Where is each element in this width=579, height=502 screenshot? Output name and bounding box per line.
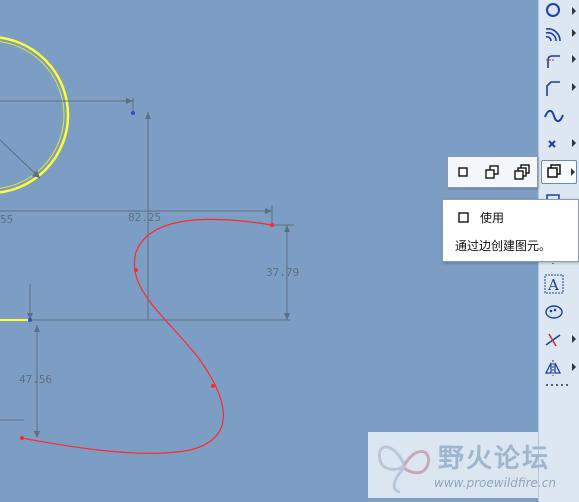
circle-tool-button[interactable]	[541, 0, 577, 24]
offset-edge-icon	[485, 165, 500, 179]
tooltip: 使用 通过边创建图元。	[442, 199, 579, 262]
thicken-edge-icon	[514, 164, 530, 180]
use-edge-tool-button[interactable]	[541, 160, 577, 184]
text-icon: A	[544, 274, 564, 294]
point-icon	[548, 140, 556, 148]
tooltip-title-text: 使用	[480, 211, 505, 225]
svg-text:A: A	[547, 276, 559, 294]
use-edge-single-icon	[458, 167, 468, 177]
fillet-tool-button[interactable]	[541, 48, 577, 72]
palette-icon	[545, 305, 563, 319]
text-tool-button[interactable]: A	[541, 272, 577, 296]
dimension-lines	[0, 98, 294, 438]
dropdown-arrow-icon[interactable]	[572, 29, 576, 37]
dim-37-79[interactable]: 37.79	[266, 266, 299, 279]
more-icon	[546, 384, 568, 386]
dim-55[interactable]: 55	[0, 213, 13, 226]
dropdown-arrow-icon[interactable]	[572, 55, 576, 63]
watermark-url: www.proewildfire.cn	[434, 476, 556, 490]
sketch-circle-inner	[0, 41, 65, 189]
dropdown-arrow-icon[interactable]	[571, 168, 575, 176]
spline-icon	[544, 109, 564, 123]
spline-tool-button[interactable]	[541, 104, 577, 128]
use-edge-icon	[547, 164, 561, 178]
tooltip-title: 使用	[457, 209, 504, 226]
chamfer-tool-button[interactable]	[541, 76, 577, 100]
trim-icon	[545, 333, 561, 347]
flyout-thicken-edge-button[interactable]	[511, 161, 533, 183]
dim-82-25[interactable]: 82.25	[128, 211, 161, 224]
trim-tool-button[interactable]	[541, 328, 577, 352]
watermark-name: 野火论坛	[438, 444, 551, 474]
dimension-arrows	[27, 98, 290, 438]
palette-tool-button[interactable]	[541, 300, 577, 324]
dropdown-arrow-icon[interactable]	[572, 335, 576, 343]
circle-icon	[546, 3, 560, 17]
arc-tool-button[interactable]	[541, 22, 577, 46]
more-tools-button-2[interactable]	[541, 378, 577, 392]
fillet-icon	[546, 55, 560, 68]
tooltip-description: 通过边创建图元。	[455, 239, 552, 253]
more-tools-button[interactable]	[541, 358, 577, 372]
flyout-offset-edge-button[interactable]	[481, 161, 503, 183]
sketch-point[interactable]	[131, 111, 135, 115]
chamfer-icon	[546, 81, 560, 96]
dropdown-arrow-icon[interactable]	[572, 83, 576, 91]
radius-leader	[0, 139, 41, 179]
butterfly-logo-icon	[377, 445, 431, 494]
spline-points[interactable]	[20, 223, 274, 440]
use-edge-icon	[458, 212, 469, 223]
forum-watermark: 野火论坛 www.proewildfire.cn	[368, 432, 556, 498]
flyout-use-edge-button[interactable]	[452, 161, 474, 183]
dropdown-arrow-icon[interactable]	[572, 139, 576, 147]
sketch-point-2[interactable]	[28, 318, 32, 322]
dropdown-arrow-icon[interactable]	[572, 7, 576, 15]
sketch-circle[interactable]	[0, 36, 70, 194]
sketch-spline[interactable]	[21, 218, 273, 454]
point-tool-button[interactable]	[541, 132, 577, 156]
dim-47-56[interactable]: 47.56	[19, 373, 52, 386]
use-edge-flyout	[447, 156, 538, 188]
arc-icon	[545, 28, 561, 42]
